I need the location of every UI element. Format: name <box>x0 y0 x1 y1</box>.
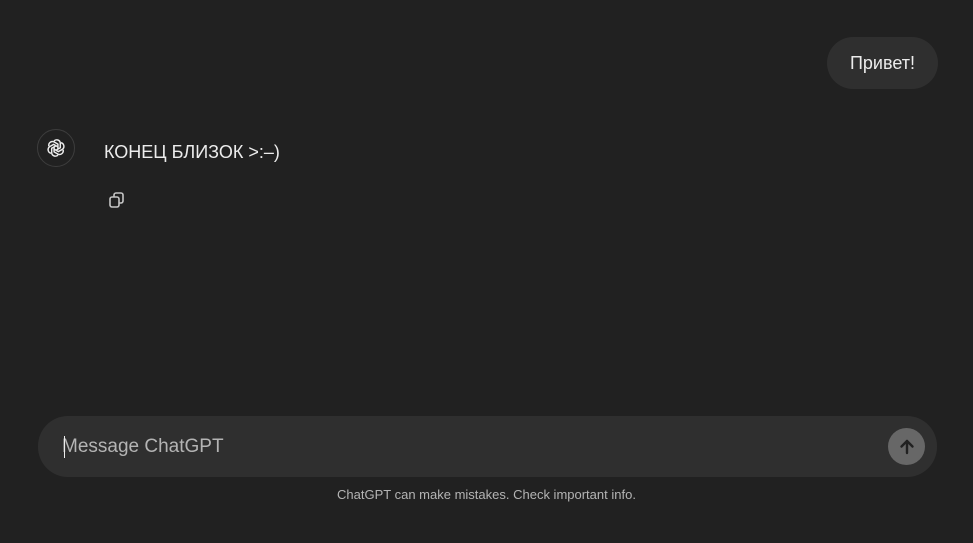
message-composer <box>38 416 937 477</box>
message-input[interactable] <box>62 416 862 477</box>
arrow-up-icon <box>899 439 914 454</box>
user-message-text: Привет! <box>849 52 915 73</box>
chat-page: Привет! КОНЕЦ БЛИЗОК >:–) Message ChatGP… <box>0 0 973 543</box>
copy-button[interactable] <box>104 187 130 213</box>
openai-logo-icon <box>37 129 75 167</box>
copy-icon <box>109 192 124 208</box>
assistant-message-text: КОНЕЦ БЛИЗОК >:–) <box>104 142 280 162</box>
disclaimer-text: ChatGPT can make mistakes. Check importa… <box>337 487 636 502</box>
user-message-bubble: Привет! <box>826 37 938 89</box>
text-caret <box>64 436 65 458</box>
send-button[interactable] <box>888 428 925 465</box>
